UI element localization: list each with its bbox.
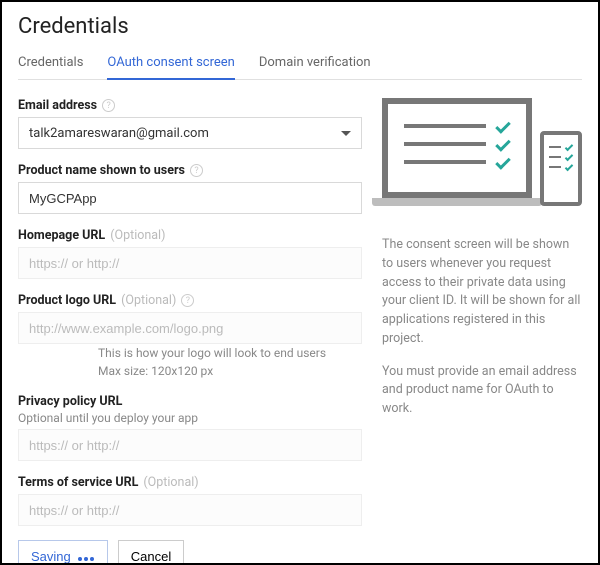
tabs: Credentials OAuth consent screen Domain … bbox=[18, 49, 582, 80]
field-tos: Terms of service URL (Optional) bbox=[18, 475, 362, 526]
logo-hint-1: This is how your logo will look to end u… bbox=[98, 344, 362, 362]
tos-input[interactable] bbox=[18, 494, 362, 526]
check-icon bbox=[565, 153, 573, 161]
privacy-input[interactable] bbox=[18, 429, 362, 461]
cancel-button[interactable]: Cancel bbox=[118, 540, 184, 565]
tab-credentials[interactable]: Credentials bbox=[18, 49, 83, 79]
check-icon bbox=[495, 154, 511, 170]
logo-label: Product logo URL bbox=[18, 293, 116, 308]
check-icon bbox=[495, 118, 511, 134]
field-privacy: Privacy policy URL Optional until you de… bbox=[18, 394, 362, 461]
logo-input[interactable] bbox=[18, 312, 362, 344]
optional-tag: (Optional) bbox=[121, 293, 176, 308]
field-email: Email address ? talk2amareswaran@gmail.c… bbox=[18, 98, 362, 149]
field-homepage: Homepage URL (Optional) bbox=[18, 228, 362, 279]
homepage-label: Homepage URL bbox=[18, 228, 105, 243]
chevron-down-icon bbox=[341, 131, 351, 136]
privacy-label: Privacy policy URL bbox=[18, 394, 122, 409]
tos-label: Terms of service URL bbox=[18, 475, 138, 490]
help-icon[interactable]: ? bbox=[190, 164, 203, 177]
loading-dots-icon bbox=[77, 549, 95, 564]
consent-illustration bbox=[382, 98, 582, 218]
side-paragraph-1: The consent screen will be shown to user… bbox=[382, 236, 582, 349]
field-product-name: Product name shown to users ? bbox=[18, 163, 362, 214]
check-icon bbox=[495, 136, 511, 152]
email-label: Email address bbox=[18, 98, 97, 113]
tab-domain-verification[interactable]: Domain verification bbox=[259, 49, 371, 79]
laptop-icon bbox=[382, 98, 532, 206]
help-icon[interactable]: ? bbox=[181, 294, 194, 307]
field-logo: Product logo URL (Optional) ? This is ho… bbox=[18, 293, 362, 380]
save-button-label: Saving bbox=[31, 549, 71, 564]
phone-icon bbox=[540, 131, 582, 206]
product-name-input[interactable] bbox=[18, 182, 362, 214]
logo-hint-2: Max size: 120x120 px bbox=[98, 362, 362, 380]
product-name-label: Product name shown to users bbox=[18, 163, 185, 178]
page-title: Credentials bbox=[18, 14, 582, 39]
email-select[interactable]: talk2amareswaran@gmail.com bbox=[18, 117, 362, 149]
tab-oauth-consent[interactable]: OAuth consent screen bbox=[107, 49, 234, 80]
optional-tag: (Optional) bbox=[110, 228, 165, 243]
homepage-input[interactable] bbox=[18, 247, 362, 279]
email-value: talk2amareswaran@gmail.com bbox=[29, 126, 209, 141]
help-icon[interactable]: ? bbox=[102, 99, 115, 112]
check-icon bbox=[565, 163, 573, 171]
check-icon bbox=[565, 143, 573, 151]
optional-tag: (Optional) bbox=[143, 475, 198, 490]
save-button[interactable]: Saving bbox=[18, 540, 108, 565]
privacy-sublabel: Optional until you deploy your app bbox=[18, 411, 362, 425]
side-paragraph-2: You must provide an email address and pr… bbox=[382, 363, 582, 419]
